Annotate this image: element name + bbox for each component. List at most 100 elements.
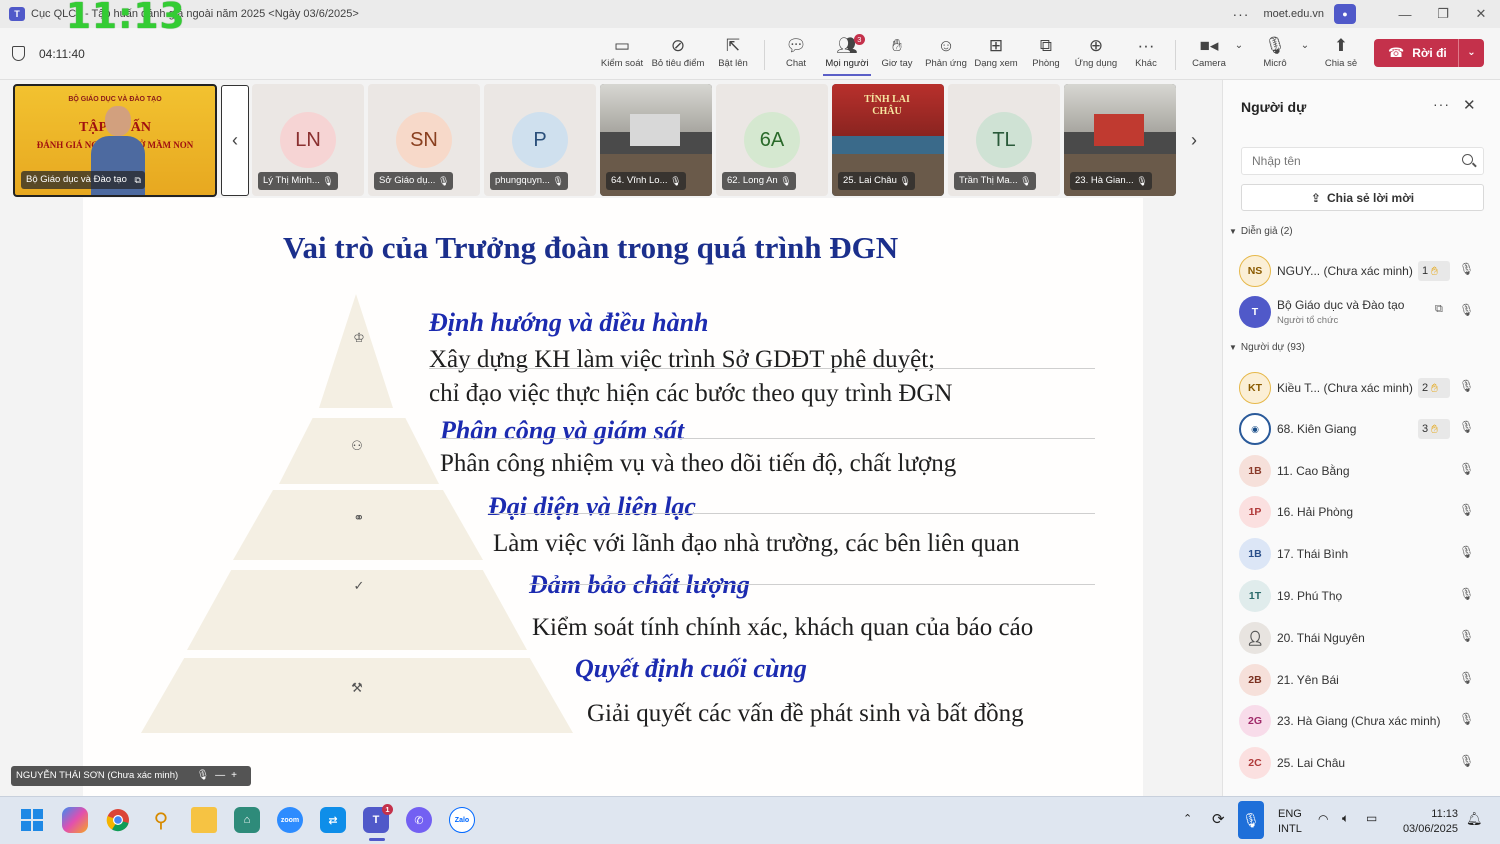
participant-row[interactable]: 1B 17. Thái Bình 🎙︎ — [1239, 536, 1489, 572]
voice-input-icon[interactable]: 🎙︎ — [1238, 801, 1264, 839]
strip-next-button[interactable]: › — [1180, 85, 1208, 196]
battery-icon[interactable]: ▭ — [1366, 811, 1377, 825]
attendees-section-header[interactable]: ▼ Người dự (93) — [1229, 342, 1305, 353]
mic-options-chevron[interactable]: ⌄ — [1298, 34, 1312, 76]
video-tile[interactable]: TL Trần Thị Ma... 🎙︎ — [948, 84, 1060, 196]
video-tile[interactable]: 6A 62. Long An 🎙︎ — [716, 84, 828, 196]
wifi-icon[interactable]: ◠ — [1318, 812, 1328, 826]
start-icon[interactable] — [19, 807, 45, 833]
search-icon[interactable]: ⚲ — [148, 807, 174, 833]
close-window-button[interactable]: ✕ — [1462, 6, 1500, 22]
more-button[interactable]: ··· Khác — [1132, 34, 1160, 76]
camera-button[interactable]: ■◂ Camera — [1190, 34, 1228, 76]
panel-more-icon[interactable]: ··· — [1433, 96, 1450, 112]
raise-hand-button[interactable]: ✋︎ Giơ tay — [880, 34, 914, 76]
mic-off-icon: 🎙︎ — [899, 176, 911, 186]
avatar: 1B — [1239, 538, 1271, 570]
mic-off-icon: 🎙︎ — [1459, 712, 1475, 726]
participant-row[interactable]: 1B 11. Cao Bằng 🎙︎ — [1239, 453, 1489, 489]
participant-row[interactable]: 2B 21. Yên Bái 🎙︎ — [1239, 662, 1489, 698]
mic-icon: 🎙︎ — [1459, 303, 1475, 317]
tray-chevron-icon[interactable]: ⌃ — [1183, 812, 1192, 825]
video-tile-room[interactable]: TỈNH LAI CHÂU 25. Lai Châu 🎙︎ — [832, 84, 944, 196]
layer-line: Kiểm soát tính chính xác, khách quan của… — [532, 614, 1034, 641]
tile-name-label: phungquyn... 🎙︎ — [490, 172, 568, 190]
mic-off-icon: 🎙︎ — [1459, 420, 1475, 434]
unfocus-button[interactable]: ⊘ Bỏ tiêu điểm — [650, 34, 706, 76]
participant-row[interactable]: 2C 25. Lai Châu 🎙︎ — [1239, 745, 1489, 781]
sync-icon[interactable]: ⟳ — [1212, 810, 1225, 828]
teams-icon[interactable]: T1 — [363, 804, 393, 833]
restore-button[interactable]: ❐ — [1424, 6, 1462, 22]
video-tile[interactable]: LN Lý Thị Minh... 🎙︎ — [252, 84, 364, 196]
view-button[interactable]: ⊞ Dạng xem — [973, 34, 1019, 76]
volume-icon[interactable]: 🔈︎ — [1342, 811, 1349, 826]
participant-row[interactable]: 👤︎ 20. Thái Nguyên 🎙︎ — [1239, 620, 1489, 656]
avatar: KT — [1239, 372, 1271, 404]
self-video-caption[interactable]: NGUYỄN THÁI SƠN (Chưa xác minh) 🎙︎—+ — [11, 766, 251, 786]
people-button[interactable]: 👥︎ 3 Mọi người — [823, 34, 871, 76]
avatar: TL — [976, 112, 1032, 168]
raise-hand-icon: ✋︎ — [1431, 421, 1438, 436]
input-language-indicator[interactable]: ENG INTL — [1278, 807, 1302, 837]
participant-row[interactable]: KT Kiều T... (Chưa xác minh) 2 ✋︎ 🎙︎ — [1239, 370, 1489, 406]
control-button[interactable]: ▭ Kiểm soát — [598, 34, 646, 76]
presenters-section-header[interactable]: ▼ Diễn giả (2) — [1229, 226, 1293, 237]
viber-icon[interactable]: ✆ — [406, 807, 432, 833]
participant-row[interactable]: T Bộ Giáo dục và Đào tạo Người tổ chức ⧉… — [1239, 294, 1489, 330]
account-avatar[interactable]: ● — [1334, 4, 1356, 24]
mic-off-icon: 🎙︎ — [322, 176, 334, 186]
avatar: 6A — [744, 112, 800, 168]
mic-off-icon: 🎙︎ — [1459, 503, 1475, 517]
participant-row[interactable]: 1T 19. Phú Thọ 🎙︎ — [1239, 578, 1489, 614]
network-app-icon[interactable]: ⌂ — [234, 807, 260, 833]
reaction-button[interactable]: ☺ Phản ứng — [925, 34, 967, 76]
layer-heading: Quyết định cuối cùng — [575, 654, 807, 683]
search-icon[interactable] — [1462, 154, 1473, 165]
more-options-icon[interactable]: ··· — [1232, 6, 1249, 22]
people-icon: 👥︎ 3 — [836, 34, 865, 58]
strip-prev-button[interactable]: ‹ — [221, 85, 249, 196]
zalo-icon[interactable]: Zalo — [449, 807, 475, 833]
share-invite-button[interactable]: ⇪ Chia sẻ lời mời — [1241, 184, 1484, 211]
video-tile-room[interactable]: 64. Vĩnh Lo... 🎙︎ — [600, 84, 712, 196]
notification-bell-icon[interactable]: 🔔︎ — [1466, 811, 1483, 827]
video-tile[interactable]: P phungquyn... 🎙︎ — [484, 84, 596, 196]
room-button[interactable]: ⧉ Phòng — [1030, 34, 1062, 76]
participant-search[interactable] — [1241, 147, 1484, 175]
leave-button[interactable]: ☎ Rời đi ⌄ — [1374, 39, 1484, 67]
mic-off-icon: 🎙︎ — [1136, 176, 1148, 186]
chat-button[interactable]: 💬︎ Chat — [780, 34, 812, 76]
minimize-button[interactable]: — — [1386, 7, 1424, 22]
participant-row[interactable]: ◉ 68. Kiên Giang 3 ✋︎ 🎙︎ — [1239, 411, 1489, 447]
video-tile-presenter[interactable]: BỘ GIÁO DỤC VÀ ĐÀO TẠO TẬP HUẤN ĐÁNH GIÁ… — [13, 84, 217, 197]
system-clock[interactable]: 11:13 03/06/2025 — [1394, 807, 1458, 837]
mic-icon: 🎙︎ — [1264, 36, 1286, 55]
mic-button[interactable]: 🎙︎ Micrô — [1260, 34, 1290, 76]
apps-button[interactable]: ⊕ Ứng dụng — [1073, 34, 1119, 76]
layer-line: Phân công nhiệm vụ và theo dõi tiến độ, … — [440, 450, 957, 477]
tile-name-label: 23. Hà Gian... 🎙︎ — [1070, 172, 1152, 190]
participant-row[interactable]: 1P 16. Hải Phòng 🎙︎ — [1239, 494, 1489, 530]
chrome-icon[interactable] — [105, 807, 131, 833]
camera-options-chevron[interactable]: ⌄ — [1232, 34, 1246, 76]
share-button[interactable]: ⬆ Chia sẻ — [1322, 34, 1360, 76]
mic-off-icon: 🎙︎ — [552, 176, 564, 186]
teamviewer-icon[interactable]: ⇄ — [320, 807, 346, 833]
room-sign: TỈNH LAI CHÂU — [864, 94, 910, 117]
popout-button[interactable]: ⇱ Bật lên — [713, 34, 753, 76]
leave-options-chevron[interactable]: ⌄ — [1458, 39, 1484, 67]
caption-controls[interactable]: 🎙︎—+ — [196, 766, 243, 786]
video-tile-room[interactable]: 23. Hà Gian... 🎙︎ — [1064, 84, 1176, 196]
tile-name-label: Lý Thị Minh... 🎙︎ — [258, 172, 338, 190]
search-input[interactable] — [1242, 148, 1442, 174]
participant-row[interactable]: 2G 23. Hà Giang (Chưa xác minh) 🎙︎ — [1239, 703, 1489, 739]
zoom-icon[interactable]: zoom — [277, 807, 303, 833]
mic-off-icon: 🎙︎ — [1459, 587, 1475, 601]
participant-row[interactable]: NS NGUY... (Chưa xác minh) 1 ✋︎ 🎙︎ — [1239, 253, 1489, 289]
avatar: SN — [396, 112, 452, 168]
video-tile[interactable]: SN Sở Giáo dụ... 🎙︎ — [368, 84, 480, 196]
panel-close-icon[interactable]: ✕ — [1463, 96, 1476, 114]
copilot-icon[interactable] — [62, 807, 88, 833]
file-explorer-icon[interactable] — [191, 807, 217, 833]
